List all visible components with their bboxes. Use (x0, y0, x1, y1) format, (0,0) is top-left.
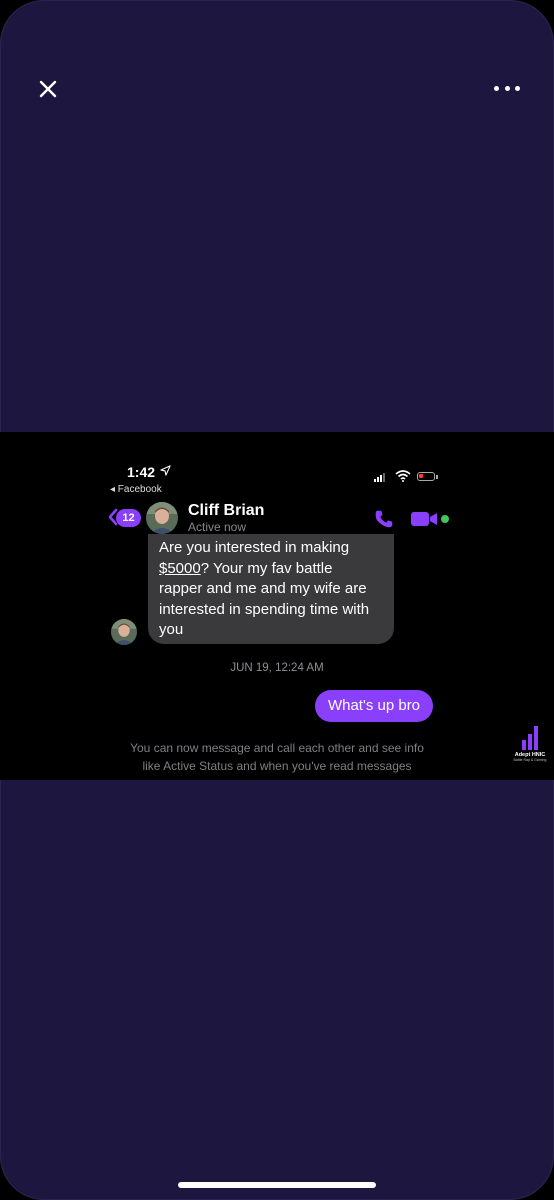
signal-icon (374, 473, 385, 482)
watermark-subtitle: Battle Rap & Gaming (513, 758, 547, 762)
outgoing-message: What's up bro (315, 690, 433, 722)
location-arrow-icon (160, 465, 171, 476)
unread-count-badge: 12 (116, 509, 141, 527)
incoming-message: Are you interested in making $5000? Your… (148, 534, 394, 644)
image-viewer: 1:42 ◂ Facebook 12 Cliff Brian Active no… (0, 0, 554, 1200)
home-indicator[interactable] (178, 1182, 376, 1188)
active-status: Active now (188, 520, 247, 534)
bar-chart-icon (510, 724, 550, 750)
close-icon (39, 80, 57, 98)
status-time: 1:42 (127, 464, 156, 480)
message-text: Are you interested in making (159, 539, 350, 556)
contact-name: Cliff Brian (188, 502, 265, 519)
money-link: $5000 (159, 559, 201, 577)
wifi-icon (395, 470, 411, 482)
video-camera-icon (411, 512, 437, 526)
online-indicator (441, 515, 449, 523)
phone-icon (375, 510, 393, 528)
system-note: You can now message and call each other … (130, 741, 424, 773)
more-horizontal-icon (494, 85, 499, 91)
message-timestamp: JUN 19, 12:24 AM (230, 662, 324, 674)
message-avatar (111, 619, 137, 645)
shared-screenshot: 1:42 ◂ Facebook 12 Cliff Brian Active no… (0, 432, 554, 780)
watermark-logo: Adept HNIC Battle Rap & Gaming (510, 724, 550, 774)
close-button[interactable] (34, 75, 62, 103)
contact-avatar (146, 502, 178, 534)
back-to-app-link: ◂ Facebook (110, 484, 162, 495)
more-options-button[interactable] (494, 78, 520, 98)
battery-icon (417, 472, 438, 481)
